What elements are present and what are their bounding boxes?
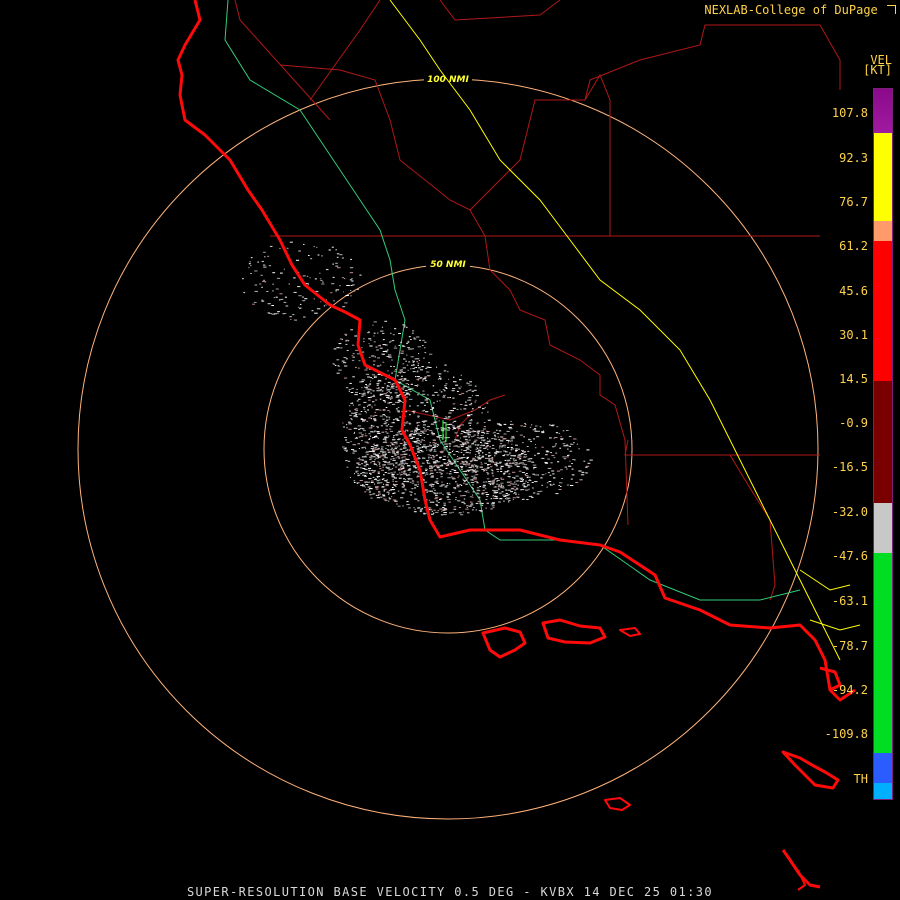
ramp-segment: [874, 753, 892, 783]
radar-echoes: [242, 241, 593, 516]
color-ramp: [873, 88, 893, 800]
legend-label: -94.2: [831, 683, 868, 697]
outer-ring-label: 100 NMI: [427, 75, 469, 85]
inner-ring-label: 50 NMI: [430, 260, 466, 270]
legend-label: -78.7: [831, 639, 868, 653]
ramp-segment: [874, 381, 892, 503]
product-caption: SUPER-RESOLUTION BASE VELOCITY 0.5 DEG -…: [186, 885, 714, 899]
legend-label: TH: [853, 772, 868, 786]
ramp-segment: [874, 783, 892, 799]
legend-label: 92.3: [839, 151, 868, 165]
credit-text: NEXLAB-College of DuPage: [704, 3, 896, 17]
highway-yellow: [389, 0, 841, 661]
range-ring-outer: [77, 78, 819, 820]
ramp-segment: [874, 241, 892, 381]
ramp-segment: [874, 89, 892, 133]
legend-units: [KT]: [863, 63, 892, 77]
ramp-segment: [874, 133, 892, 221]
legend-label: 107.8: [831, 106, 868, 120]
range-ring-inner: [263, 264, 633, 634]
legend-label: 76.7: [839, 195, 868, 209]
legend-label: 30.1: [839, 328, 868, 342]
legend-label: -16.5: [831, 460, 868, 474]
legend-label: 45.6: [839, 284, 868, 298]
highway-green: [224, 0, 801, 601]
legend-label: -47.6: [831, 549, 868, 563]
ramp-segment: [874, 553, 892, 753]
legend-label: -63.1: [831, 594, 868, 608]
legend-label: -32.0: [831, 505, 868, 519]
legend-label: 61.2: [839, 239, 868, 253]
external-link-icon[interactable]: [887, 5, 896, 14]
radar-map: 100 NMI 50 NMI: [77, 0, 861, 891]
legend-label: -0.9: [839, 416, 868, 430]
ramp-segment: [874, 503, 892, 553]
legend-label: -109.8: [824, 727, 868, 741]
ramp-segment: [874, 221, 892, 241]
legend-label: 14.5: [839, 372, 868, 386]
